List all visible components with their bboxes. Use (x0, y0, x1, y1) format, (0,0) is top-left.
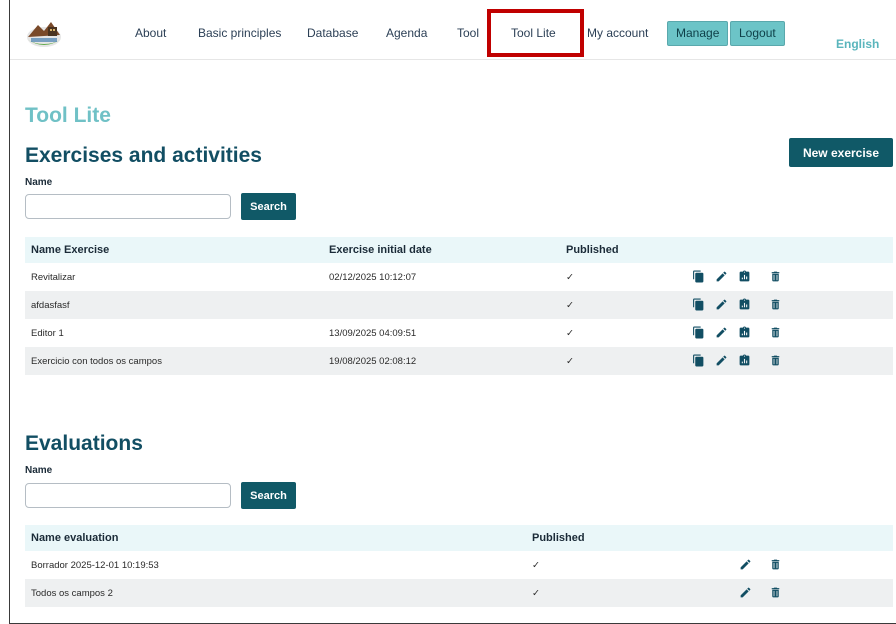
table-row: Borrador 2025-12-01 10:19:53 ✓ (25, 551, 893, 579)
exercise-published-check: ✓ (566, 272, 574, 283)
edit-icon[interactable] (715, 326, 728, 339)
report-icon[interactable] (738, 326, 751, 339)
copy-icon[interactable] (692, 354, 705, 367)
delete-icon[interactable] (769, 298, 782, 311)
exercise-published-check: ✓ (566, 328, 574, 339)
evaluation-name-label: Name (25, 465, 53, 476)
nav-agenda[interactable]: Agenda (386, 26, 427, 40)
delete-icon[interactable] (769, 586, 782, 599)
exercise-name: Editor 1 (31, 328, 64, 339)
page-title: Tool Lite (25, 104, 111, 127)
site-logo[interactable] (24, 15, 64, 49)
column-header-published: Published (566, 244, 619, 256)
report-icon[interactable] (738, 354, 751, 367)
exercises-section-title: Exercises and activities (25, 144, 262, 167)
table-row: afdasfasf ✓ (25, 291, 893, 319)
evaluations-table: Name evaluation Published Borrador 2025-… (25, 525, 893, 607)
exercise-search-button[interactable]: Search (241, 193, 296, 220)
report-icon[interactable] (738, 298, 751, 311)
evaluation-name: Borrador 2025-12-01 10:19:53 (31, 560, 159, 571)
table-row: Todos os campos 2 ✓ (25, 579, 893, 607)
copy-icon[interactable] (692, 270, 705, 283)
nav-database[interactable]: Database (307, 26, 358, 40)
evaluation-search-input[interactable] (25, 483, 231, 508)
edit-icon[interactable] (715, 298, 728, 311)
manage-button[interactable]: Manage (667, 21, 729, 46)
delete-icon[interactable] (769, 558, 782, 571)
exercise-date: 13/09/2025 04:09:51 (329, 328, 417, 339)
language-selector[interactable]: English (836, 37, 879, 51)
column-header-initial-date: Exercise initial date (329, 244, 432, 256)
nav-tool[interactable]: Tool (457, 26, 479, 40)
exercises-table-header: Name Exercise Exercise initial date Publ… (25, 237, 893, 263)
evaluations-table-header: Name evaluation Published (25, 525, 893, 551)
nav-basic-principles[interactable]: Basic principles (198, 26, 281, 40)
nav-about[interactable]: About (135, 26, 166, 40)
column-header-name-evaluation: Name evaluation (31, 532, 119, 544)
exercise-date: 02/12/2025 10:12:07 (329, 272, 417, 283)
edit-icon[interactable] (739, 586, 752, 599)
column-header-published: Published (532, 532, 585, 544)
new-exercise-button[interactable]: New exercise (789, 138, 893, 167)
edit-icon[interactable] (715, 354, 728, 367)
delete-icon[interactable] (769, 354, 782, 367)
delete-icon[interactable] (769, 270, 782, 283)
logout-button[interactable]: Logout (730, 21, 785, 46)
evaluation-published-check: ✓ (532, 588, 540, 599)
nav-my-account[interactable]: My account (587, 26, 648, 40)
evaluation-search-button[interactable]: Search (241, 482, 296, 509)
exercise-name-label: Name (25, 177, 53, 188)
table-row: Exercicio con todos os campos 19/08/2025… (25, 347, 893, 375)
exercise-name: Exercicio con todos os campos (31, 356, 162, 367)
delete-icon[interactable] (769, 326, 782, 339)
evaluation-published-check: ✓ (532, 560, 540, 571)
table-row: Revitalizar 02/12/2025 10:12:07 ✓ (25, 263, 893, 291)
exercise-search-input[interactable] (25, 194, 231, 219)
copy-icon[interactable] (692, 298, 705, 311)
exercises-table: Name Exercise Exercise initial date Publ… (25, 237, 893, 379)
evaluation-name: Todos os campos 2 (31, 588, 113, 599)
exercise-name: Revitalizar (31, 272, 76, 283)
copy-icon[interactable] (692, 326, 705, 339)
exercise-date: 19/08/2025 02:08:12 (329, 356, 417, 367)
column-header-name-exercise: Name Exercise (31, 244, 110, 256)
report-icon[interactable] (738, 270, 751, 283)
exercise-name: afdasfasf (31, 300, 70, 311)
exercise-published-check: ✓ (566, 300, 574, 311)
tool-lite-highlight-box (487, 9, 584, 57)
edit-icon[interactable] (715, 270, 728, 283)
evaluations-section-title: Evaluations (25, 432, 143, 455)
exercise-published-check: ✓ (566, 356, 574, 367)
table-row: Editor 1 13/09/2025 04:09:51 ✓ (25, 319, 893, 347)
edit-icon[interactable] (739, 558, 752, 571)
